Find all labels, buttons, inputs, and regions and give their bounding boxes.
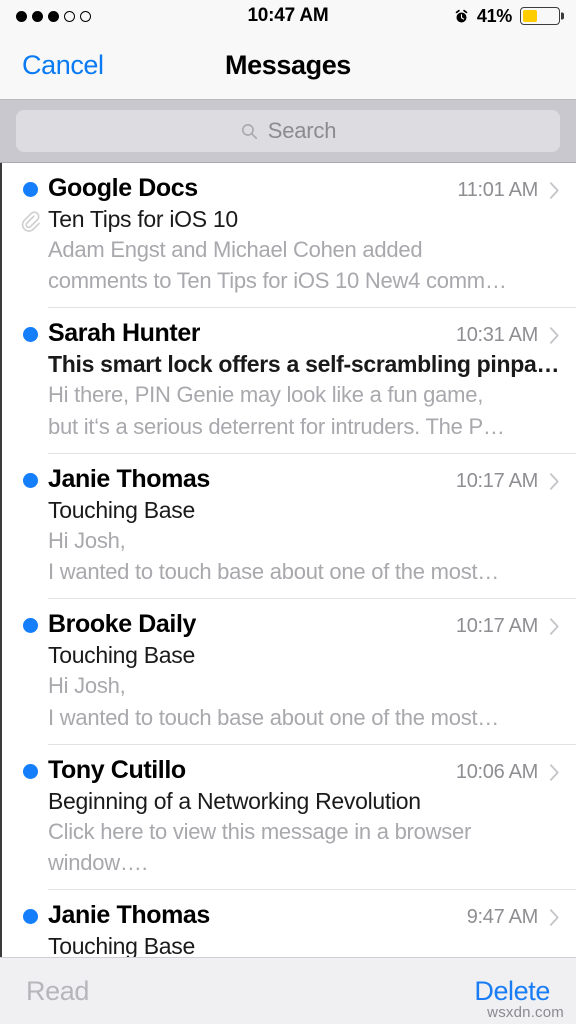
message-meta: 10:17 AM bbox=[446, 615, 560, 638]
message-meta: 11:01 AM bbox=[447, 179, 560, 202]
message-subject: This smart lock offers a self-scrambling… bbox=[48, 351, 560, 378]
message-list-item[interactable]: Janie Thomas 9:47 AM Touching Base bbox=[2, 890, 576, 957]
message-preview-line: Click here to view this message in a bro… bbox=[48, 818, 472, 844]
signal-dot bbox=[16, 10, 27, 22]
message-preview: Click here to view this message in a bro… bbox=[48, 816, 560, 878]
message-timestamp: 10:17 AM bbox=[455, 469, 538, 492]
watermark: wsxdn.com bbox=[487, 1004, 564, 1021]
message-preview-line: Adam Engst and Michael Cohen added bbox=[48, 237, 423, 262]
message-sender: Brooke Daily bbox=[48, 610, 197, 639]
message-meta: 10:06 AM bbox=[446, 761, 560, 784]
message-preview-line: I wanted to touch base about one of the … bbox=[48, 704, 500, 730]
message-preview-line: Hi there, PIN Genie may look like a fun … bbox=[48, 382, 484, 408]
unread-indicator-icon[interactable] bbox=[23, 327, 38, 343]
message-preview-line: comments to Ten Tips for iOS 10 New4 com… bbox=[48, 268, 507, 294]
message-preview-line: but it‘s a serious deterrent for intrude… bbox=[48, 413, 505, 439]
message-preview: Hi Josh, I wanted to touch base about one… bbox=[48, 525, 560, 587]
chevron-right-icon[interactable] bbox=[549, 181, 560, 200]
message-list[interactable]: Google Docs 11:01 AM Ten Tips for iOS 10 Ad… bbox=[0, 163, 576, 957]
message-header-row: Sarah Hunter 10:31 AM bbox=[48, 319, 560, 348]
message-list-item[interactable]: Sarah Hunter 10:31 AM This smart lock offe… bbox=[2, 308, 576, 455]
message-list-item[interactable]: Janie Thomas 10:17 AM Touching Base Hi Josh… bbox=[2, 453, 576, 600]
chevron-right-icon[interactable] bbox=[549, 763, 560, 782]
chevron-right-icon[interactable] bbox=[549, 326, 560, 345]
message-list-item[interactable]: Tony Cutillo 10:06 AM Beginning of a Netwo… bbox=[2, 744, 576, 891]
search-placeholder: Search bbox=[267, 118, 337, 143]
unread-indicator-icon[interactable] bbox=[23, 763, 38, 779]
message-timestamp: 11:01 AM bbox=[457, 179, 538, 201]
message-preview-line: Hi Josh, bbox=[48, 673, 126, 699]
message-preview: Adam Engst and Michael Cohen added commen… bbox=[48, 234, 560, 296]
message-header-row: Brooke Daily 10:17 AM bbox=[48, 610, 560, 639]
message-header-row: Janie Thomas 10:17 AM bbox=[48, 465, 560, 494]
paperclip-icon bbox=[21, 211, 40, 232]
cancel-button[interactable]: Cancel bbox=[22, 50, 104, 81]
status-bar-right: 41% bbox=[454, 6, 560, 27]
search-input[interactable]: Search bbox=[16, 110, 560, 152]
message-sender: Janie Thomas bbox=[48, 901, 210, 930]
message-timestamp: 10:17 AM bbox=[455, 615, 538, 638]
message-preview: Hi there, PIN Genie may look like a fun … bbox=[48, 379, 560, 441]
chevron-right-icon[interactable] bbox=[549, 617, 560, 636]
message-preview: Hi Josh, I wanted to touch base about one… bbox=[48, 670, 560, 732]
message-subject: Touching Base bbox=[48, 642, 195, 669]
message-header-row: Google Docs 11:01 AM bbox=[48, 174, 560, 203]
search-icon bbox=[241, 123, 257, 139]
message-sender: Sarah Hunter bbox=[48, 319, 201, 348]
signal-dot bbox=[64, 10, 75, 22]
signal-dot bbox=[48, 10, 59, 22]
message-timestamp: 10:06 AM bbox=[455, 760, 538, 783]
message-sender: Google Docs bbox=[48, 174, 198, 202]
message-sender: Janie Thomas bbox=[48, 464, 210, 493]
search-bar-container: Search bbox=[0, 100, 576, 163]
unread-indicator-icon[interactable] bbox=[23, 618, 38, 634]
navigation-bar: Cancel Messages bbox=[0, 32, 576, 100]
message-sender: Tony Cutillo bbox=[48, 755, 186, 784]
battery-icon bbox=[520, 7, 560, 25]
alarm-clock-icon bbox=[455, 9, 468, 22]
chevron-right-icon[interactable] bbox=[549, 908, 560, 927]
message-timestamp: 10:31 AM bbox=[455, 324, 538, 347]
bottom-toolbar: Read Delete wsxdn.com bbox=[0, 957, 576, 1024]
signal-dot bbox=[80, 10, 91, 22]
message-header-row: Tony Cutillo 10:06 AM bbox=[48, 756, 560, 785]
iphone-mail-screen: 10:47 AM 41% Cancel Messages Search Goog… bbox=[0, 0, 576, 1024]
message-subject: Beginning of a Networking Revolution bbox=[48, 787, 421, 814]
battery-percentage-label: 41% bbox=[476, 5, 512, 26]
signal-dot bbox=[32, 10, 43, 22]
message-list-item[interactable]: Brooke Daily 10:17 AM Touching Base Hi Josh… bbox=[2, 599, 576, 746]
mark-read-button[interactable]: Read bbox=[26, 976, 89, 1007]
message-subject: Ten Tips for iOS 10 bbox=[48, 206, 238, 232]
message-subject: Touching Base bbox=[48, 496, 195, 523]
message-preview-line: window…. bbox=[48, 850, 148, 876]
unread-indicator-icon[interactable] bbox=[23, 472, 38, 488]
message-meta: 10:17 AM bbox=[446, 470, 560, 493]
signal-strength-indicator bbox=[16, 10, 91, 22]
delete-button[interactable]: Delete bbox=[474, 976, 550, 1007]
battery-fill bbox=[522, 9, 537, 23]
message-list-item[interactable]: Google Docs 11:01 AM Ten Tips for iOS 10 Ad… bbox=[2, 163, 576, 309]
message-subject: Touching Base bbox=[48, 933, 195, 957]
message-meta: 10:31 AM bbox=[446, 324, 560, 347]
unread-indicator-icon[interactable] bbox=[23, 909, 38, 925]
message-preview-line: Hi Josh, bbox=[48, 527, 126, 553]
chevron-right-icon[interactable] bbox=[549, 472, 560, 491]
message-preview-line: I wanted to touch base about one of the … bbox=[48, 559, 500, 585]
message-meta: 9:47 AM bbox=[457, 906, 560, 929]
unread-indicator-icon[interactable] bbox=[23, 182, 38, 197]
message-timestamp: 9:47 AM bbox=[466, 906, 539, 929]
status-bar: 10:47 AM 41% bbox=[0, 0, 576, 32]
message-header-row: Janie Thomas 9:47 AM bbox=[48, 901, 560, 930]
